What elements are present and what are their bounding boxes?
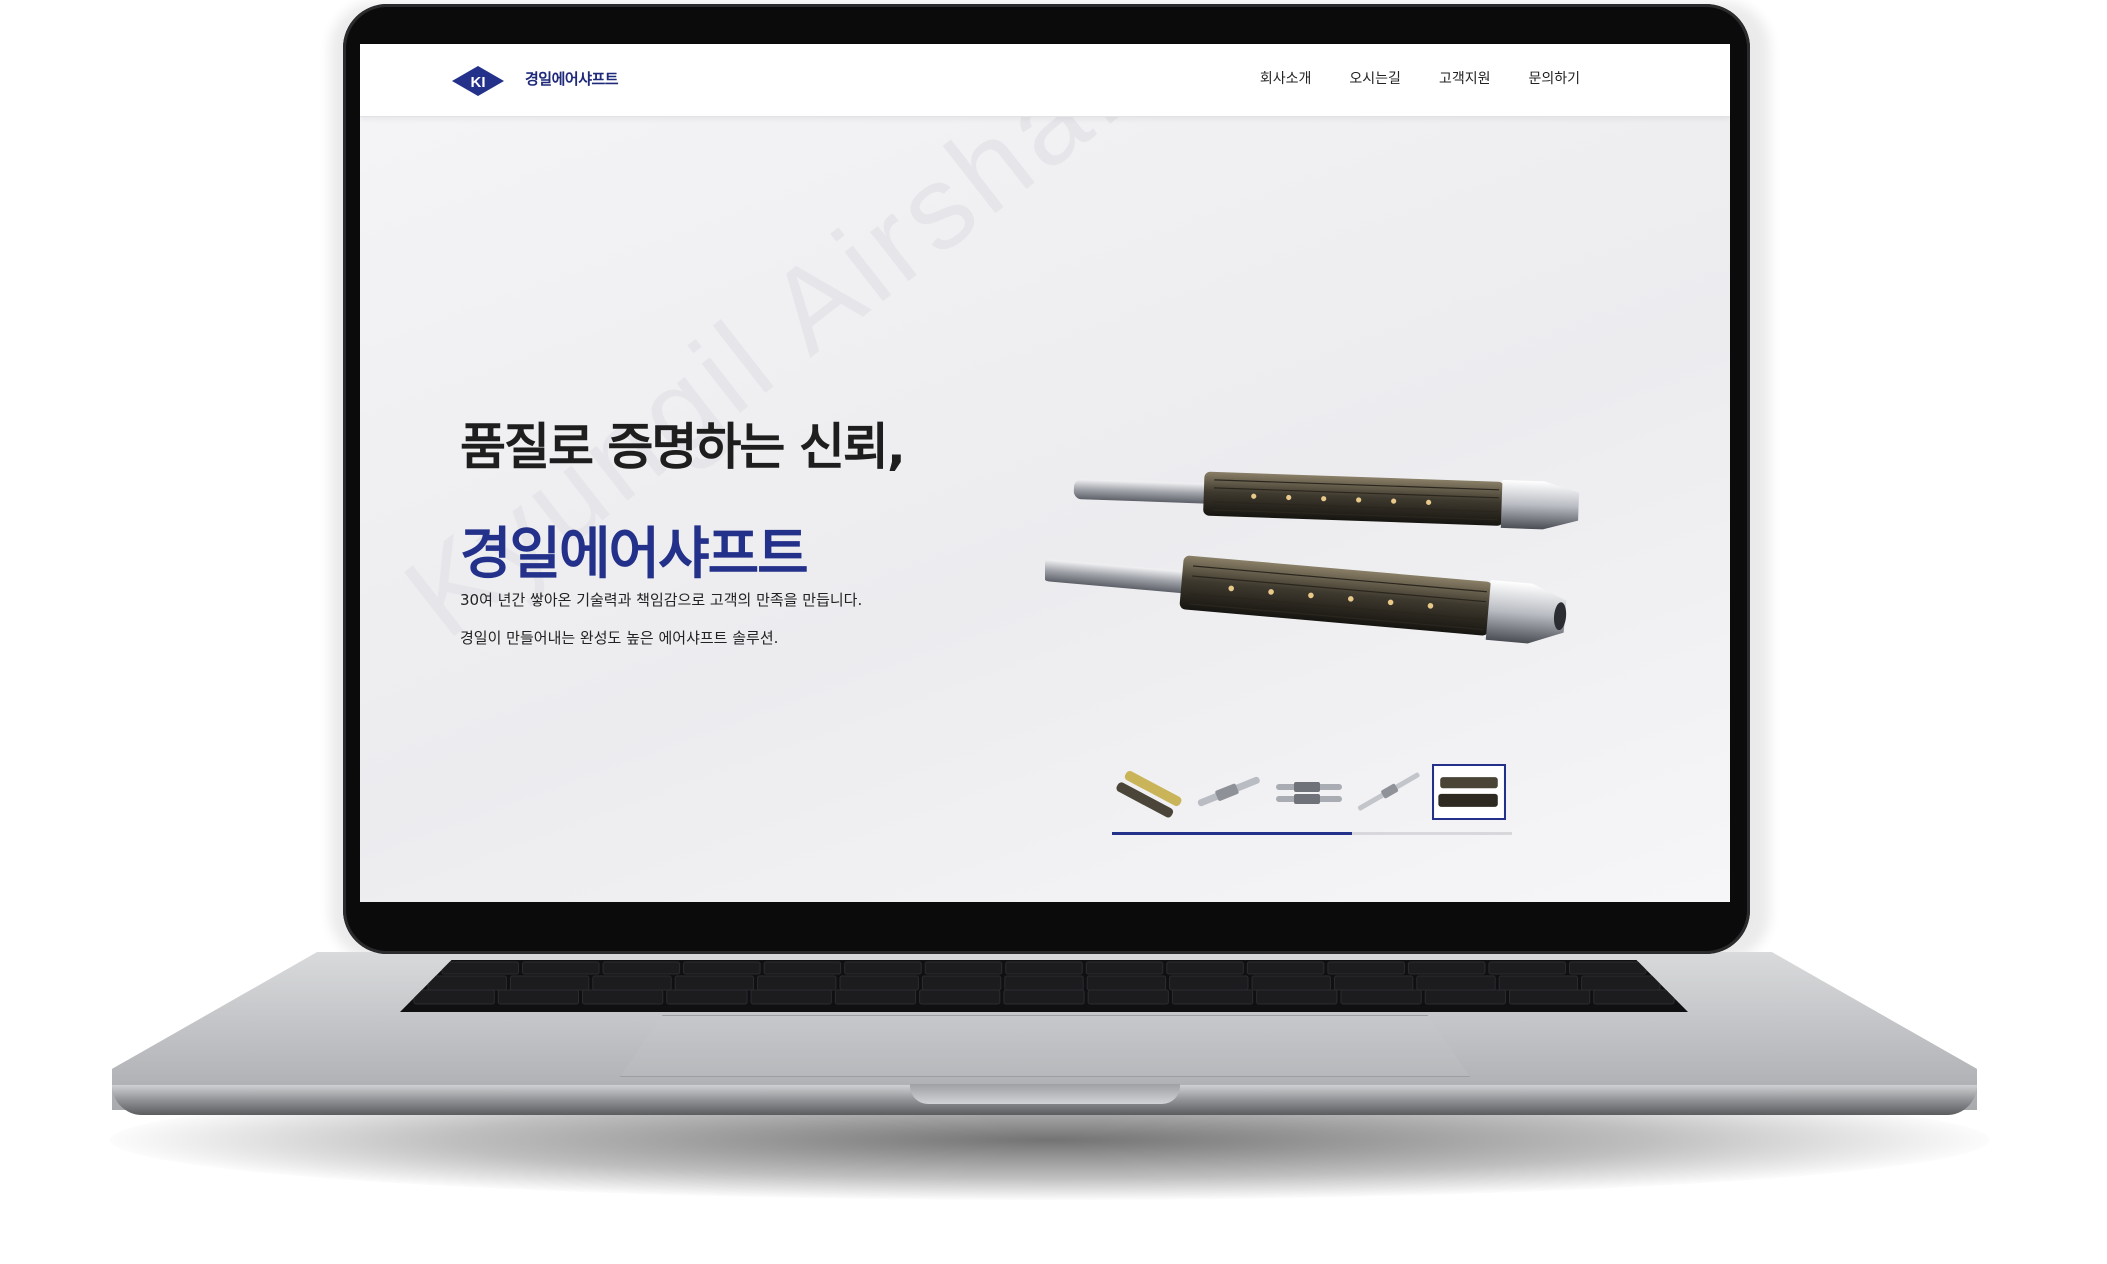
keyboard-key	[1508, 989, 1591, 1005]
nav-item-directions[interactable]: 오시는길	[1349, 68, 1401, 88]
keyboard-key	[582, 989, 664, 1005]
slider-progress-track	[1112, 832, 1512, 835]
hero-desc-line2: 경일이 만들어내는 완성도 높은 에어샤프트 솔루션.	[460, 629, 779, 647]
keyboard-key	[1169, 975, 1249, 991]
airshaft-product-image	[1045, 471, 1580, 644]
brand-name-link[interactable]: 경일에어샤프트	[525, 68, 619, 89]
keyboard-key	[509, 975, 590, 991]
keyboard-key	[1593, 989, 1675, 1005]
keyboard-key	[592, 975, 672, 991]
keyboard-key	[1171, 989, 1254, 1005]
keyboard-key	[427, 975, 507, 991]
nav-item-about[interactable]: 회사소개	[1260, 68, 1312, 88]
main-menu: 회사소개 오시는길 고객지원 문의하기	[1260, 68, 1580, 88]
slider-progress-fill	[1112, 832, 1352, 835]
keyboard-key	[1416, 975, 1496, 991]
laptop-mockup: Kyungil Airshaft 품질로 증명하는 신뢰, 경일에어샤프트 30…	[0, 0, 2107, 1264]
hero-section: Kyungil Airshaft 품질로 증명하는 신뢰, 경일에어샤프트 30…	[360, 44, 1730, 902]
nav-item-contact[interactable]: 문의하기	[1528, 68, 1580, 88]
keyboard-key	[919, 989, 1001, 1005]
keyboard-key	[1568, 961, 1647, 975]
company-logo-icon[interactable]: KI	[452, 66, 504, 96]
keyboard-key	[1498, 975, 1579, 991]
slider-thumbnail-4[interactable]	[1352, 764, 1426, 820]
keyboard-key	[1581, 975, 1661, 991]
hero-headline: 품질로 증명하는 신뢰,	[460, 418, 906, 476]
airshaft-upper	[1073, 471, 1580, 530]
keyboard-key	[1327, 961, 1405, 975]
keyboard-key	[666, 989, 748, 1005]
keyboard-key	[1407, 961, 1486, 975]
keyboard-key	[921, 975, 1002, 991]
laptop-notch	[910, 1084, 1180, 1104]
slider-thumbnail-5-active[interactable]	[1432, 764, 1506, 820]
keyboard-key	[1086, 975, 1167, 991]
top-navigation-bar: KI 경일에어샤프트 회사소개 오시는길 고객지원 문의하기	[360, 44, 1730, 117]
keyboard-key	[757, 975, 837, 991]
keyboard-key	[1166, 961, 1244, 975]
keyboard-key	[924, 961, 1003, 975]
hero-brand: 경일에어샤프트	[460, 522, 809, 587]
keyboard-key	[844, 961, 922, 975]
keyboard-key	[683, 961, 761, 975]
slider-thumbnail-1[interactable]	[1112, 764, 1186, 820]
airshaft-lower	[1045, 555, 1567, 644]
slider-thumbnail-3[interactable]	[1272, 764, 1346, 820]
keyboard-key	[1251, 975, 1331, 991]
keyboard-key	[1085, 961, 1164, 975]
keyboard-key	[1424, 989, 1506, 1005]
keyboard-key	[763, 961, 842, 975]
keyboard-key	[1087, 989, 1169, 1005]
keyboard-key	[1333, 975, 1414, 991]
keyboard-keys	[413, 961, 1675, 1005]
keyboard-key	[1005, 961, 1083, 975]
slider-thumbnail-2[interactable]	[1192, 764, 1266, 820]
keyboard-key	[1488, 961, 1566, 975]
keyboard-key	[522, 961, 600, 975]
keyboard-key	[839, 975, 919, 991]
keyboard-key	[497, 989, 580, 1005]
keyboard-key	[1246, 961, 1325, 975]
keyboard-key	[1256, 989, 1338, 1005]
hero-desc-line1: 30여 년간 쌓아온 기술력과 책임감으로 고객의 만족을 만듭니다.	[460, 591, 863, 609]
keyboard-key	[674, 975, 755, 991]
keyboard-key	[750, 989, 832, 1005]
keyboard-key	[413, 989, 495, 1005]
keyboard-key	[1340, 989, 1422, 1005]
laptop-screen: Kyungil Airshaft 품질로 증명하는 신뢰, 경일에어샤프트 30…	[360, 44, 1730, 902]
nav-item-support[interactable]: 고객지원	[1439, 68, 1491, 88]
keyboard-key	[1004, 975, 1084, 991]
trackpad	[620, 1015, 1470, 1077]
keyboard-key	[834, 989, 917, 1005]
keyboard-key	[441, 961, 520, 975]
logo-letters: KI	[471, 74, 486, 91]
keyboard-key	[1003, 989, 1085, 1005]
keyboard-key	[602, 961, 681, 975]
keyboard	[400, 960, 1688, 1012]
slider-thumbnails	[1112, 764, 1512, 834]
